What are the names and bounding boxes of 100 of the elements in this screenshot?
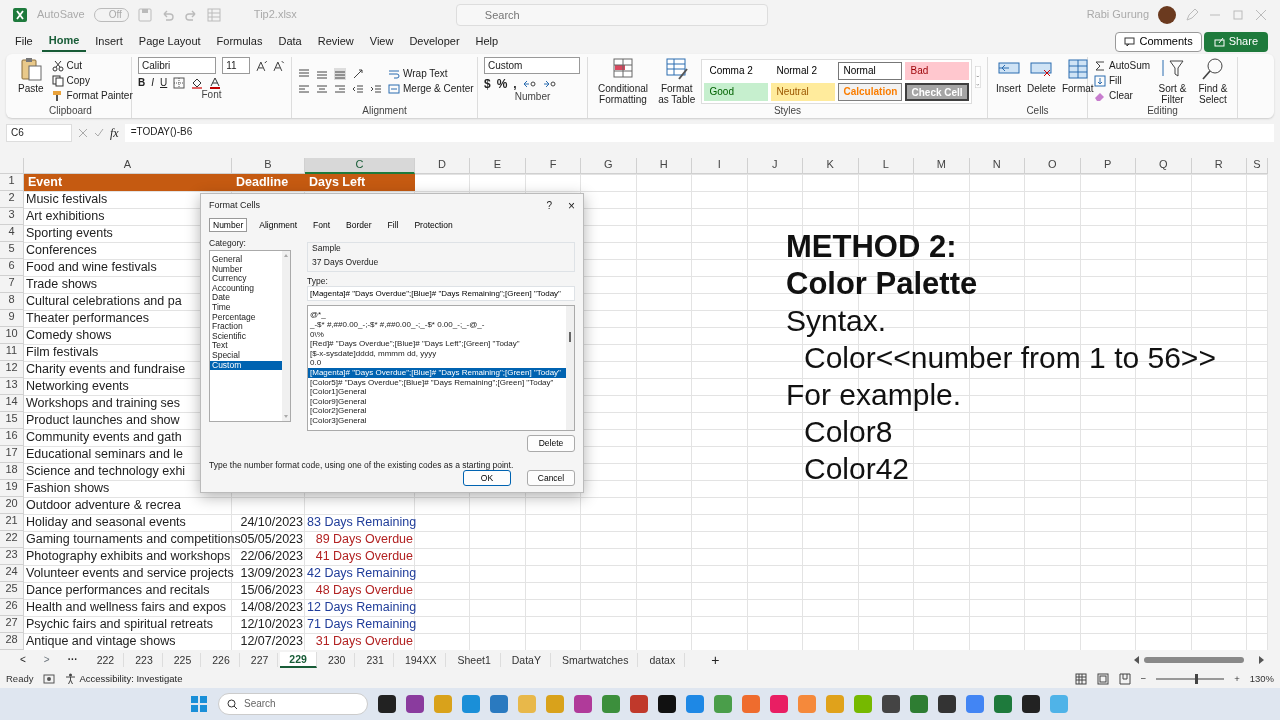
row-header[interactable]: 20 xyxy=(0,497,24,514)
format-option[interactable]: [$-x-sysdate]dddd, mmmm dd, yyyy xyxy=(308,348,566,359)
dialog-tab[interactable]: Number xyxy=(209,217,248,232)
dialog-tab[interactable]: Fill xyxy=(383,217,403,232)
name-box[interactable]: C6 xyxy=(6,124,72,142)
category-option[interactable]: Fraction xyxy=(210,322,282,332)
pen-icon[interactable] xyxy=(1185,8,1199,22)
more-sheets-button[interactable]: ··· xyxy=(59,654,86,666)
page-break-view-icon[interactable] xyxy=(1118,673,1131,685)
formula-field[interactable]: =TODAY()-B6 xyxy=(124,124,1274,142)
sheet-tab[interactable]: 194XX xyxy=(395,652,447,668)
align-center-icon[interactable] xyxy=(316,82,328,95)
dialog-tab[interactable]: Font xyxy=(309,217,335,232)
row-header[interactable]: 27 xyxy=(0,616,24,633)
app-icon[interactable] xyxy=(406,695,424,713)
sheet-tab[interactable]: 227 xyxy=(241,652,279,668)
underline-button[interactable]: U xyxy=(160,77,168,89)
align-bottom-icon[interactable] xyxy=(334,67,346,80)
save-icon[interactable] xyxy=(137,8,152,22)
column-header[interactable]: R xyxy=(1191,158,1247,174)
zoom-level[interactable]: 130% xyxy=(1249,673,1274,685)
menu-tab[interactable]: Data xyxy=(271,33,309,51)
format-option[interactable]: _-$* #,##0.00_-;-$* #,##0.00_-;_-$* 0.00_-;_-@_- xyxy=(308,320,566,330)
merge-center-button[interactable]: Merge & Center xyxy=(388,82,474,95)
row-header[interactable]: 14 xyxy=(0,395,24,412)
redo-icon[interactable] xyxy=(183,8,198,22)
cells-button[interactable]: Format xyxy=(1059,57,1096,105)
column-header[interactable]: K xyxy=(803,158,859,174)
zoom-out-button[interactable]: − xyxy=(1140,673,1147,685)
clear-button[interactable]: Clear xyxy=(1094,90,1151,102)
row-header[interactable]: 8 xyxy=(0,293,24,310)
cells-button[interactable]: Delete xyxy=(1025,57,1058,105)
decrease-indent-icon[interactable] xyxy=(352,82,364,95)
borders-icon[interactable] xyxy=(173,77,186,89)
cell-style-option[interactable]: Good xyxy=(704,82,769,101)
macro-icon[interactable] xyxy=(43,673,56,685)
app-icon[interactable] xyxy=(938,695,956,713)
font-name-dropdown[interactable]: Calibri xyxy=(138,57,217,74)
cancel-icon[interactable] xyxy=(78,128,88,138)
column-header[interactable]: A xyxy=(24,158,232,174)
start-icon[interactable] xyxy=(190,695,208,713)
row-header[interactable]: 11 xyxy=(0,344,24,361)
menu-tab[interactable]: Home xyxy=(41,32,87,52)
fill-color-icon[interactable] xyxy=(191,77,204,89)
type-field[interactable]: [Magenta]# "Days Overdue";[Blue]# "Days Remaining";[Green] "Today" xyxy=(307,286,575,302)
row-header[interactable]: 4 xyxy=(0,225,24,242)
percent-button[interactable]: % xyxy=(496,77,508,92)
column-header[interactable]: H xyxy=(636,158,692,174)
app-icon[interactable] xyxy=(658,695,676,713)
dialog-tab[interactable]: Alignment xyxy=(255,217,302,232)
app-icon[interactable] xyxy=(1022,695,1040,713)
sheet-tab[interactable]: 225 xyxy=(164,652,202,668)
normal-view-icon[interactable] xyxy=(1074,673,1087,685)
column-header[interactable]: N xyxy=(969,158,1025,174)
sheet-tab[interactable]: Sheet1 xyxy=(448,652,501,668)
row-header[interactable]: 26 xyxy=(0,599,24,616)
row-header[interactable]: 2 xyxy=(0,191,24,208)
category-option[interactable]: Text xyxy=(210,341,282,351)
format-option[interactable]: [Color9]General xyxy=(308,396,566,407)
row-header[interactable]: 1 xyxy=(0,174,24,191)
sheet-tab[interactable]: 231 xyxy=(357,652,394,668)
column-header[interactable]: L xyxy=(858,158,914,174)
row-header[interactable]: 10 xyxy=(0,327,24,344)
row-header[interactable]: 18 xyxy=(0,463,24,480)
align-left-icon[interactable] xyxy=(298,82,310,95)
accessibility-button[interactable]: Accessibility: Investigate xyxy=(65,673,183,685)
shrink-font-icon[interactable] xyxy=(273,59,285,72)
category-option[interactable]: Time xyxy=(210,303,282,313)
dialog-tab[interactable]: Border xyxy=(342,217,376,232)
category-option[interactable]: Custom xyxy=(210,360,282,371)
restore-icon[interactable] xyxy=(1231,8,1245,22)
table-icon[interactable] xyxy=(206,8,221,22)
row-header[interactable]: 19 xyxy=(0,480,24,497)
copy-button[interactable]: Copy xyxy=(51,75,133,87)
column-header[interactable]: I xyxy=(692,158,748,174)
fill-button[interactable]: Fill xyxy=(1094,75,1151,87)
previous-sheet-button[interactable]: < xyxy=(12,654,34,666)
close-icon[interactable] xyxy=(1254,8,1268,22)
format-option[interactable]: [Magenta]# "Days Overdue";[Blue]# "Days Remaining";[Green] "Today" xyxy=(308,368,566,378)
column-header[interactable]: B xyxy=(232,158,305,174)
page-layout-view-icon[interactable] xyxy=(1096,673,1109,685)
comments-button[interactable]: Comments xyxy=(1115,32,1202,52)
column-header[interactable]: P xyxy=(1080,158,1136,174)
row-header[interactable]: 16 xyxy=(0,429,24,446)
column-header[interactable]: C xyxy=(305,158,415,174)
sort-filter-button[interactable]: Sort & Filter xyxy=(1156,57,1189,105)
category-option[interactable]: Accounting xyxy=(210,283,282,294)
column-header[interactable]: M xyxy=(914,158,970,174)
dialog-tab[interactable]: Protection xyxy=(410,217,457,232)
column-header[interactable]: Q xyxy=(1136,158,1192,174)
menu-tab[interactable]: Developer xyxy=(402,33,467,51)
column-header[interactable]: S xyxy=(1247,158,1268,174)
comma-style-button[interactable]: , xyxy=(513,77,517,92)
spreadsheet-logo-icon[interactable] xyxy=(12,7,28,23)
zoom-slider-thumb[interactable] xyxy=(1194,674,1198,684)
insert-function-button[interactable]: fx xyxy=(110,125,119,141)
format-option[interactable]: [Color1]General xyxy=(308,387,566,397)
horizontal-scrollbar-icon[interactable] xyxy=(1134,655,1264,665)
format-option[interactable]: [Color5]# "Days Overdue";[Blue]# "Days Remaining";[Green] "Today" xyxy=(308,377,566,388)
search-field[interactable]: Search xyxy=(455,4,768,26)
